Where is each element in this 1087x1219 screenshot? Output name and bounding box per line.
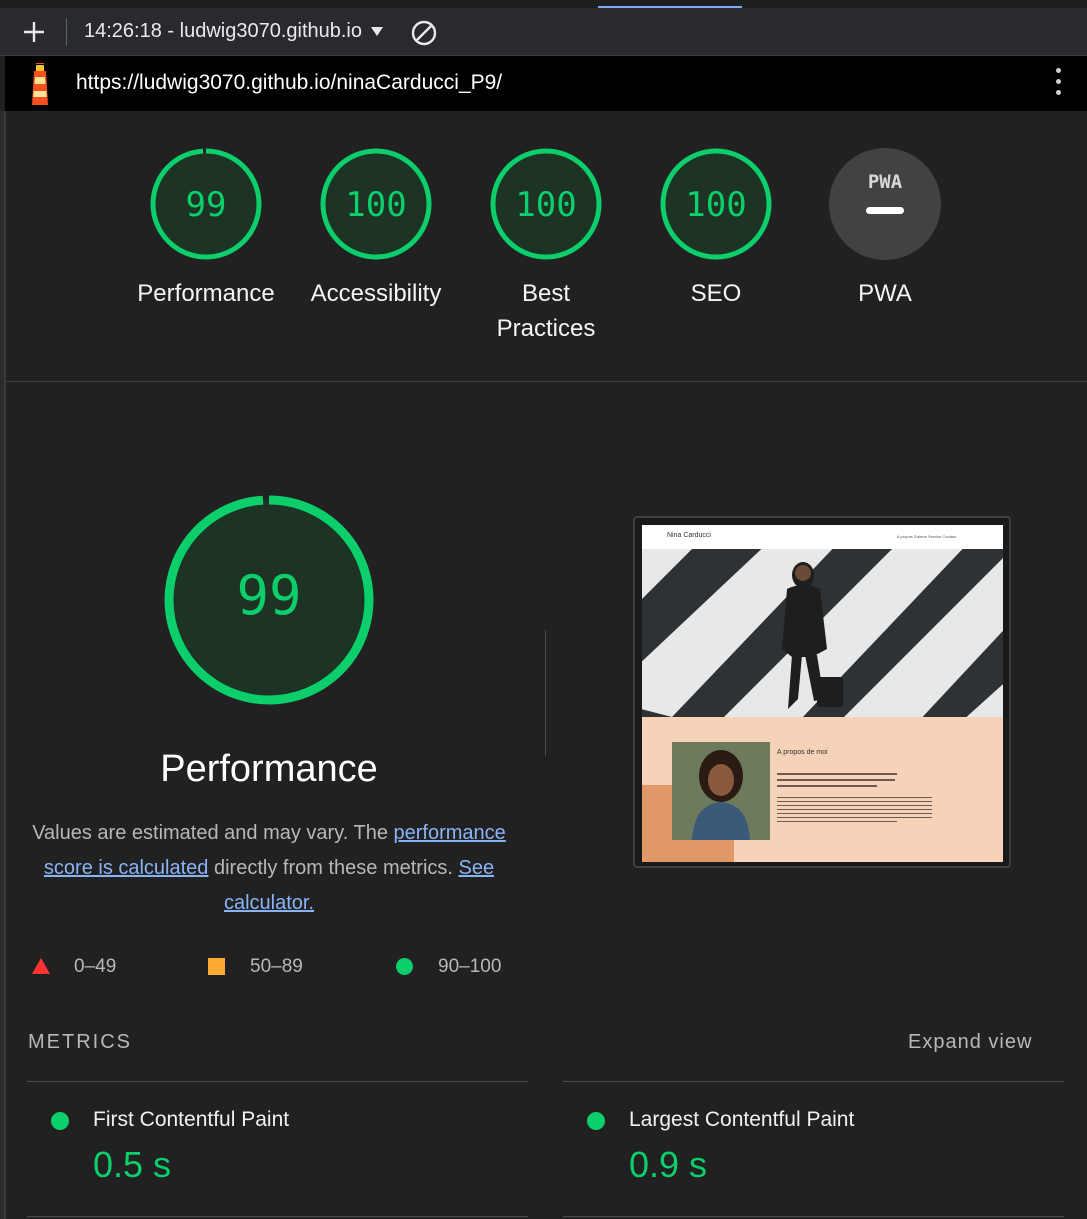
metric-name: Largest Contentful Paint xyxy=(629,1108,855,1131)
legend-range: 90–100 xyxy=(438,956,502,977)
gauge-ring: 100 xyxy=(320,148,432,260)
metric-divider xyxy=(27,1216,528,1217)
gauge-seo[interactable]: 100 SEO xyxy=(631,146,801,311)
caret-down-icon[interactable] xyxy=(371,27,383,36)
gauge-best-practices[interactable]: 100 Best Practices xyxy=(461,146,631,346)
desc-text: directly from these metrics. xyxy=(208,857,459,879)
gauge-performance[interactable]: 99 Performance xyxy=(121,146,291,311)
screenshot-content: Nina Carducci A propos Galerie Service C… xyxy=(642,525,1003,862)
metric-divider xyxy=(563,1216,1064,1217)
section-divider xyxy=(5,381,1087,382)
metric-name: First Contentful Paint xyxy=(93,1108,290,1131)
metric-value: 0.5 s xyxy=(93,1144,172,1185)
desc-text: Values are estimated and may vary. The xyxy=(32,822,394,844)
performance-score: 99 xyxy=(236,564,301,627)
text-line xyxy=(777,779,895,781)
tab-strip xyxy=(0,0,1087,8)
gauge-accessibility[interactable]: 100 Accessibility xyxy=(291,146,461,311)
site-menu: A propos Galerie Service Contact xyxy=(897,534,957,539)
report-selector[interactable]: 14:26:18 - ludwig3070.github.io xyxy=(84,20,384,46)
triangle-icon xyxy=(32,958,50,974)
pass-circle-icon xyxy=(51,1112,69,1130)
block-icon[interactable] xyxy=(410,19,438,47)
text-line xyxy=(777,785,877,787)
active-tab-indicator xyxy=(598,6,742,8)
report-url[interactable]: https://ludwig3070.github.io/ninaCarducc… xyxy=(76,71,502,95)
text-line xyxy=(777,797,932,798)
expand-view-toggle[interactable]: Expand view xyxy=(908,1031,1032,1054)
text-line xyxy=(777,817,932,818)
plus-icon[interactable] xyxy=(22,20,46,44)
gauge-label: Performance xyxy=(137,280,275,307)
report-url-bar: https://ludwig3070.github.io/ninaCarducc… xyxy=(5,56,1087,111)
legend-range: 50–89 xyxy=(250,956,303,977)
gauge-ring: 100 xyxy=(660,148,772,260)
score-legend: 0–49 50–89 90–100 xyxy=(0,954,560,980)
gauge-ring: 100 xyxy=(490,148,602,260)
gauge-score: 99 xyxy=(186,185,227,225)
devtools-toolbar: 14:26:18 - ludwig3070.github.io xyxy=(0,0,1087,56)
gauge-label: Best Practices xyxy=(496,280,596,342)
site-brand: Nina Carducci xyxy=(667,532,711,539)
kebab-menu-icon[interactable] xyxy=(1053,68,1063,100)
metric-divider xyxy=(27,1081,528,1082)
portrait-photo xyxy=(672,742,770,840)
gauge-score: 100 xyxy=(515,185,576,225)
gauge-label: PWA xyxy=(858,280,912,307)
metrics-heading: METRICS xyxy=(28,1031,132,1053)
metric-divider xyxy=(563,1081,1064,1082)
pwa-badge-icon: PWA xyxy=(829,148,941,260)
lighthouse-report-window: 14:26:18 - ludwig3070.github.io https://… xyxy=(0,0,1087,1219)
gauge-label: SEO xyxy=(690,280,742,307)
legend-range: 0–49 xyxy=(74,956,117,977)
pass-circle-icon xyxy=(587,1112,605,1130)
gauge-ring: 99 xyxy=(150,148,262,260)
performance-title: Performance xyxy=(160,748,378,790)
gauge-label: Accessibility xyxy=(310,280,442,307)
about-title: A propos de moi xyxy=(777,749,828,756)
text-line xyxy=(777,773,897,775)
text-line xyxy=(777,809,932,810)
gauge-score: 100 xyxy=(685,185,746,225)
about-section: A propos de moi xyxy=(642,717,1003,862)
score-gauges: 99 Performance 100 Accessibility 100 Bes… xyxy=(0,111,1087,381)
site-nav: Nina Carducci A propos Galerie Service C… xyxy=(642,525,1003,549)
report-selector-label: 14:26:18 - ludwig3070.github.io xyxy=(84,20,362,42)
lighthouse-icon xyxy=(32,63,48,105)
toolbar-separator xyxy=(66,18,67,46)
square-icon xyxy=(208,958,225,975)
text-line xyxy=(777,813,932,814)
gauge-score: 100 xyxy=(345,185,406,225)
metric-value: 0.9 s xyxy=(629,1144,708,1185)
circle-icon xyxy=(396,958,413,975)
pwa-badge-text: PWA xyxy=(868,171,903,193)
performance-description: Values are estimated and may vary. The p… xyxy=(24,816,514,921)
text-line xyxy=(777,821,897,822)
final-screenshot[interactable]: Nina Carducci A propos Galerie Service C… xyxy=(633,516,1011,868)
vertical-divider xyxy=(545,630,546,756)
hero-image xyxy=(642,549,1003,717)
text-line xyxy=(777,805,932,806)
performance-gauge: 99 xyxy=(164,495,374,705)
text-line xyxy=(777,801,932,802)
gauge-pwa[interactable]: PWA PWA xyxy=(800,146,970,311)
